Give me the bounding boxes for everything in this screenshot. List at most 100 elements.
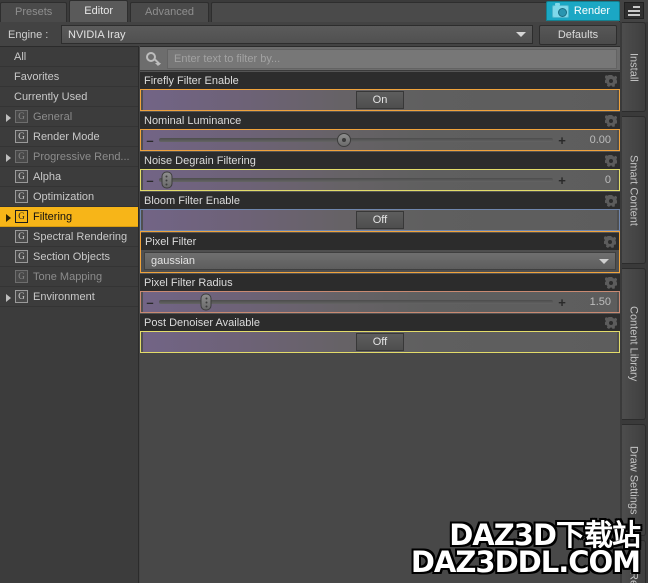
- vertical-tab-content-library[interactable]: Content Library: [622, 268, 646, 420]
- property-row: Bloom Filter Enable Off: [140, 191, 620, 231]
- tree-item-filtering[interactable]: G Filtering: [0, 207, 138, 227]
- gear-icon[interactable]: [605, 316, 617, 329]
- expand-arrow-icon[interactable]: [4, 212, 14, 222]
- arrow-spacer: [4, 272, 14, 282]
- defaults-button[interactable]: Defaults: [539, 24, 617, 45]
- tree-item-label: Currently Used: [14, 90, 88, 103]
- watermark: DAZ3D下载站 DAZ3DDL.COM: [411, 521, 641, 577]
- gear-icon[interactable]: [605, 74, 617, 87]
- tree-item-label: Environment: [33, 290, 95, 303]
- tree-item-section-objects[interactable]: G Section Objects: [0, 247, 138, 267]
- slider[interactable]: – +1.50: [143, 292, 617, 312]
- tree-item-spectral-rendering[interactable]: G Spectral Rendering: [0, 227, 138, 247]
- tree-item-currently-used[interactable]: Currently Used: [0, 87, 138, 107]
- tree-item-label: Render Mode: [33, 130, 100, 143]
- expand-arrow-icon[interactable]: [4, 112, 14, 122]
- property-name: Nominal Luminance: [144, 114, 242, 127]
- tree-item-label: Filtering: [33, 210, 73, 223]
- tree-item-general[interactable]: G General: [0, 107, 138, 127]
- vertical-tab-smart-content[interactable]: Smart Content: [622, 116, 646, 264]
- property-label: Pixel Filter Radius: [140, 273, 620, 291]
- arrow-spacer: [4, 252, 14, 262]
- tab-editor[interactable]: Editor: [69, 0, 129, 22]
- gear-icon[interactable]: [605, 154, 617, 167]
- right-tab-strip: Install Smart Content Content Library Draw …: [620, 22, 648, 583]
- slider-handle[interactable]: [337, 133, 352, 147]
- slider-value[interactable]: 1.50: [569, 296, 617, 308]
- tree-item-alpha[interactable]: G Alpha: [0, 167, 138, 187]
- property-name: Bloom Filter Enable: [144, 194, 240, 207]
- daz-render-settings-window: Presets Editor Advanced Render Engine : …: [0, 0, 648, 583]
- search-icon[interactable]: [143, 49, 165, 69]
- slider-value[interactable]: 0.00: [569, 134, 617, 146]
- property-control[interactable]: Off: [140, 209, 620, 231]
- property-control[interactable]: – +0: [140, 169, 620, 191]
- camera-icon: [551, 2, 569, 18]
- property-name: Firefly Filter Enable: [144, 74, 239, 87]
- slider[interactable]: – +0.00: [143, 130, 617, 150]
- slider-track[interactable]: [159, 293, 553, 311]
- property-control[interactable]: On: [140, 89, 620, 111]
- filter-input[interactable]: Enter text to filter by...: [167, 48, 617, 69]
- gear-icon[interactable]: [605, 114, 617, 127]
- property-name: Pixel Filter: [145, 235, 197, 248]
- toggle-button[interactable]: On: [356, 91, 404, 109]
- tree-item-label: General: [33, 110, 73, 123]
- arrow-spacer: [4, 192, 14, 202]
- hamburger-menu-icon[interactable]: [624, 2, 644, 19]
- slider-track[interactable]: [159, 133, 553, 147]
- tree-item-label: Alpha: [33, 170, 62, 183]
- slider-handle[interactable]: [161, 171, 173, 189]
- filter-bar: Enter text to filter by...: [140, 47, 620, 71]
- arrow-spacer: [4, 232, 14, 242]
- engine-select[interactable]: NVIDIA Iray: [61, 25, 533, 44]
- group-icon: G: [15, 110, 28, 123]
- property-control[interactable]: gaussian: [141, 250, 619, 272]
- property-control[interactable]: – +1.50: [140, 291, 620, 313]
- property-label: Firefly Filter Enable: [140, 71, 620, 89]
- decrement-button[interactable]: –: [143, 296, 157, 309]
- settings-tree-panel[interactable]: All Favorites Currently Used G General G Rende…: [0, 46, 139, 583]
- property-control[interactable]: Off: [140, 331, 620, 353]
- tree-item-favorites[interactable]: Favorites: [0, 67, 138, 87]
- expand-arrow-icon[interactable]: [4, 152, 14, 162]
- arrow-spacer: [4, 172, 14, 182]
- chevron-down-icon: [599, 258, 609, 264]
- property-label: Nominal Luminance: [140, 111, 620, 129]
- tree-item-tone-mapping[interactable]: G Tone Mapping: [0, 267, 138, 287]
- expand-arrow-icon[interactable]: [4, 292, 14, 302]
- increment-button[interactable]: +: [555, 174, 569, 187]
- gear-icon[interactable]: [605, 276, 617, 289]
- render-button[interactable]: Render: [545, 1, 620, 21]
- toggle-button[interactable]: Off: [356, 333, 404, 351]
- tree-item-label: Favorites: [14, 70, 60, 83]
- slider[interactable]: – +0: [143, 170, 617, 190]
- vertical-tab-install[interactable]: Install: [622, 22, 646, 112]
- group-icon: G: [15, 290, 28, 303]
- gear-icon[interactable]: [604, 235, 616, 248]
- property-list: Firefly Filter Enable On Nominal Luminance…: [140, 71, 620, 353]
- tree-item-all[interactable]: All: [0, 47, 138, 67]
- tab-advanced[interactable]: Advanced: [130, 2, 209, 22]
- property-label: Pixel Filter: [141, 232, 619, 250]
- tree-item-optimization[interactable]: G Optimization: [0, 187, 138, 207]
- dropdown-select[interactable]: gaussian: [144, 252, 616, 270]
- tree-item-label: Section Objects: [33, 250, 111, 263]
- tab-presets[interactable]: Presets: [0, 2, 68, 22]
- decrement-button[interactable]: –: [143, 174, 157, 187]
- decrement-button[interactable]: –: [143, 134, 157, 147]
- slider-value[interactable]: 0: [569, 174, 617, 186]
- gear-icon[interactable]: [605, 194, 617, 207]
- tree-item-environment[interactable]: G Environment: [0, 287, 138, 307]
- increment-button[interactable]: +: [555, 134, 569, 147]
- filter-input-placeholder: Enter text to filter by...: [174, 52, 281, 65]
- slider-handle[interactable]: [200, 293, 212, 311]
- slider-track[interactable]: [159, 171, 553, 189]
- toggle-button[interactable]: Off: [356, 211, 404, 229]
- property-row: Firefly Filter Enable On: [140, 71, 620, 111]
- increment-button[interactable]: +: [555, 296, 569, 309]
- tree-item-render-mode[interactable]: G Render Mode: [0, 127, 138, 147]
- tree-item-progressive-rend[interactable]: G Progressive Rend...: [0, 147, 138, 167]
- property-row: Pixel Filter Radius – +1.50: [140, 273, 620, 313]
- property-control[interactable]: – +0.00: [140, 129, 620, 151]
